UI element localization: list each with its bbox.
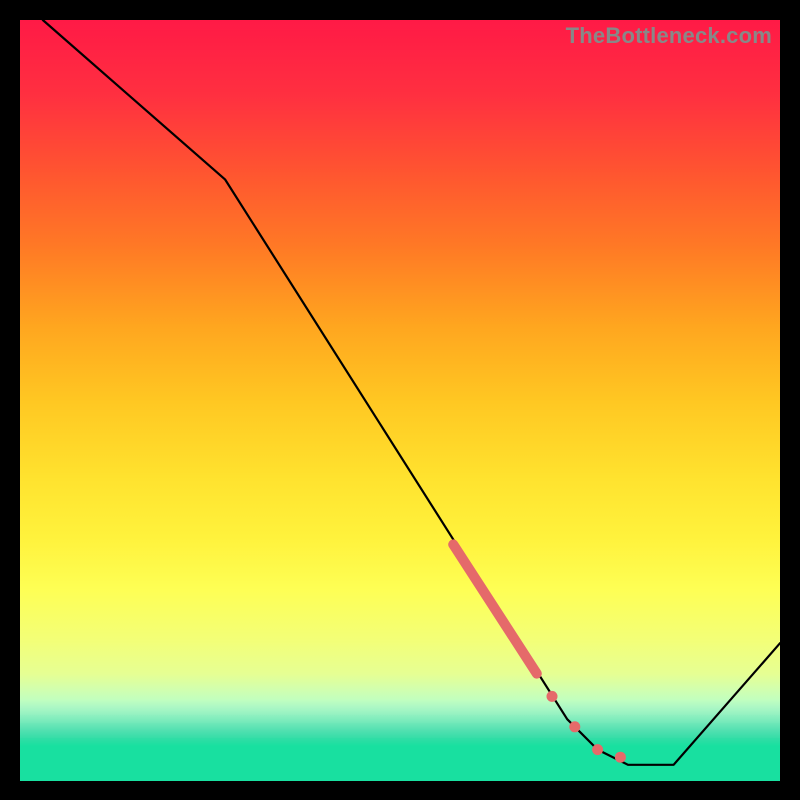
plot-area: TheBottleneck.com — [20, 20, 780, 780]
marker-dots-dot — [569, 721, 580, 732]
chart-stage: TheBottleneck.com — [0, 0, 800, 800]
highlight-segment — [453, 544, 537, 673]
marker-dots-dot — [547, 691, 558, 702]
marker-dots-dot — [592, 744, 603, 755]
bottleneck-curve — [43, 20, 780, 765]
watermark-text: TheBottleneck.com — [566, 23, 772, 49]
curve-layer — [20, 20, 780, 780]
marker-dots-dot — [615, 752, 626, 763]
